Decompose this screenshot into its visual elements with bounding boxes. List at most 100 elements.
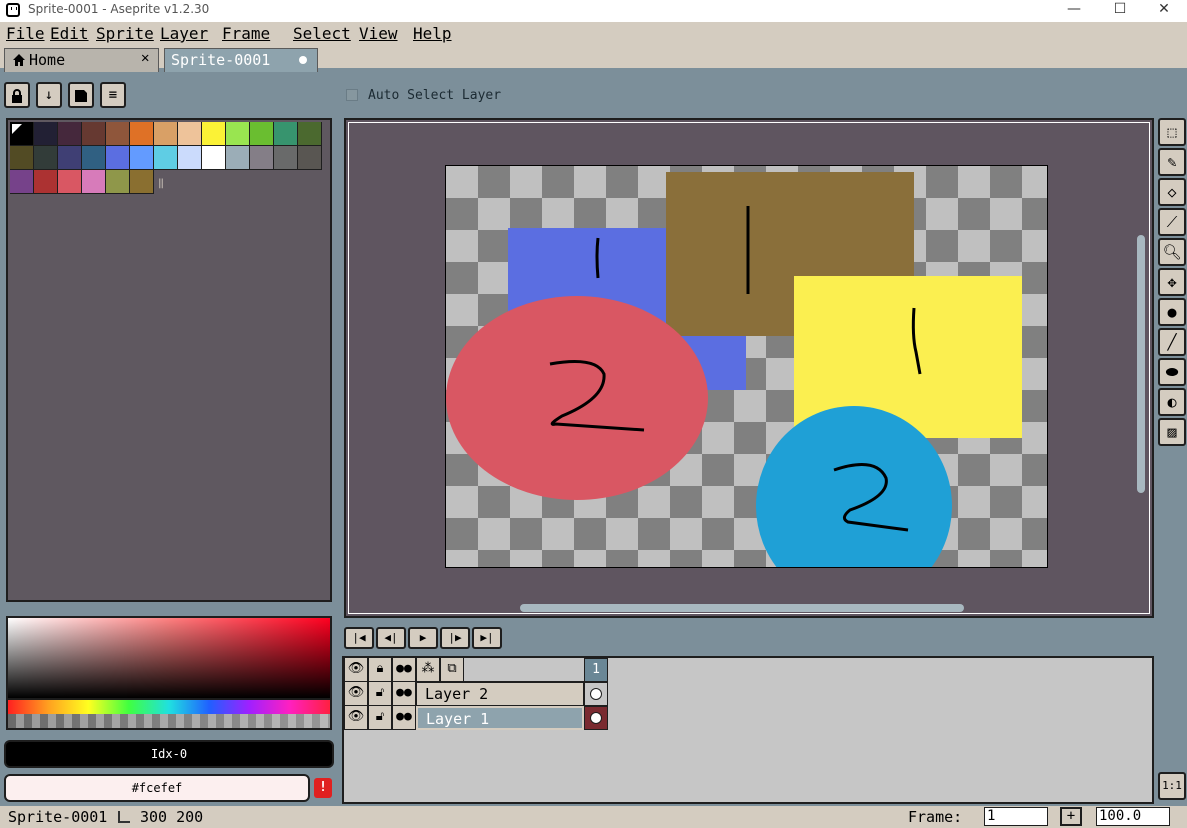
auto-select-checkbox[interactable]: [346, 89, 358, 101]
palette-swatch[interactable]: [58, 170, 82, 194]
menu-frame[interactable]: Frame: [222, 24, 270, 43]
marquee-tool-icon[interactable]: ⬚: [1158, 118, 1186, 146]
palette-swatch[interactable]: [130, 122, 154, 146]
layer-row[interactable]: 👁︎ 🔓︎ ●● Layer 1: [344, 706, 608, 730]
layer-row[interactable]: 👁︎ 🔓︎ ●● Layer 2: [344, 682, 608, 706]
ellipse-tool-icon[interactable]: ⬬: [1158, 358, 1186, 386]
zoom-tool-icon[interactable]: 🔍︎: [1158, 238, 1186, 266]
palette-swatch[interactable]: [298, 122, 322, 146]
tab-close-icon[interactable]: ✕: [141, 50, 149, 66]
palette-swatch[interactable]: [178, 122, 202, 146]
close-icon[interactable]: ✕: [1141, 0, 1187, 22]
layer-name[interactable]: Layer 2: [416, 682, 584, 706]
horizontal-scrollbar[interactable]: [520, 604, 964, 612]
shade-gradient[interactable]: [8, 618, 330, 698]
blur-tool-icon[interactable]: ▨: [1158, 418, 1186, 446]
save-palette-icon[interactable]: [68, 82, 94, 108]
palette-swatch[interactable]: [130, 146, 154, 170]
palette-swatch[interactable]: [82, 122, 106, 146]
palette-swatch[interactable]: [106, 122, 130, 146]
frame-input[interactable]: 1: [984, 807, 1048, 826]
palette-swatch[interactable]: [58, 122, 82, 146]
unlock-icon[interactable]: 🔓︎: [368, 706, 392, 730]
lock-icon[interactable]: [4, 82, 30, 108]
modified-indicator-icon[interactable]: [299, 56, 307, 64]
unlock-icon[interactable]: 🔓︎: [368, 682, 392, 706]
menu-help[interactable]: Help: [413, 24, 452, 43]
palette-swatch[interactable]: [10, 170, 34, 194]
menu-sprite[interactable]: Sprite: [96, 24, 154, 43]
play-icon[interactable]: ▶: [408, 627, 438, 649]
frame-header[interactable]: 1: [584, 658, 608, 682]
lock-header-icon[interactable]: 🔒︎: [368, 658, 392, 682]
line-tool-icon[interactable]: ╱: [1158, 328, 1186, 356]
warning-icon[interactable]: !: [314, 778, 332, 798]
layer-group-icon[interactable]: ⁂: [416, 658, 440, 682]
first-frame-icon[interactable]: |◀: [344, 627, 374, 649]
hue-slider[interactable]: [8, 700, 330, 714]
contour-tool-icon[interactable]: ◐: [1158, 388, 1186, 416]
layer-name[interactable]: Layer 1: [416, 706, 584, 730]
palette-swatch[interactable]: [106, 170, 130, 194]
palette-swatch[interactable]: [274, 146, 298, 170]
palette-swatch[interactable]: [130, 170, 154, 194]
palette-swatch[interactable]: [226, 146, 250, 170]
palette-swatch[interactable]: [250, 122, 274, 146]
sprite-canvas[interactable]: 1 1 1 2 2: [445, 165, 1048, 568]
eye-icon[interactable]: 👁︎: [344, 706, 368, 730]
previous-frame-icon[interactable]: ◀|: [376, 627, 406, 649]
palette-swatch[interactable]: [202, 122, 226, 146]
new-frame-button[interactable]: +: [1060, 807, 1082, 826]
palette-swatch[interactable]: [34, 122, 58, 146]
cel[interactable]: [584, 682, 608, 706]
visibility-header-icon[interactable]: 👁︎: [344, 658, 368, 682]
palette-menu-icon[interactable]: ≡: [100, 82, 126, 108]
vertical-scrollbar[interactable]: [1137, 235, 1145, 493]
menu-layer[interactable]: Layer: [160, 24, 208, 43]
palette-swatch[interactable]: [58, 146, 82, 170]
palette-swatch[interactable]: [226, 122, 250, 146]
menu-select[interactable]: Select: [293, 24, 351, 43]
palette-swatch[interactable]: [10, 146, 34, 170]
background-color-button[interactable]: #fcefef: [4, 774, 310, 802]
palette-swatch[interactable]: [298, 146, 322, 170]
palette-resize-handle[interactable]: ‖: [158, 178, 164, 189]
palette-swatch[interactable]: [82, 146, 106, 170]
foreground-color-button[interactable]: Idx-0: [4, 740, 334, 768]
palette-swatch[interactable]: [250, 146, 274, 170]
one-to-one-zoom-button[interactable]: 1:1: [1158, 772, 1186, 800]
paint-bucket-tool-icon[interactable]: ●: [1158, 298, 1186, 326]
continuous-icon[interactable]: ●●: [392, 706, 416, 730]
canvas-editor[interactable]: 1 1 1 2 2: [344, 118, 1154, 618]
move-tool-icon[interactable]: ✥: [1158, 268, 1186, 296]
continuous-icon[interactable]: ●●: [392, 682, 416, 706]
palette-swatch[interactable]: [154, 122, 178, 146]
palette-swatch[interactable]: [106, 146, 130, 170]
last-frame-icon[interactable]: ▶|: [472, 627, 502, 649]
eye-icon[interactable]: 👁︎: [344, 682, 368, 706]
zoom-input[interactable]: 100.0: [1096, 807, 1170, 826]
minimize-icon[interactable]: —: [1051, 0, 1097, 22]
palette-swatch[interactable]: [274, 122, 298, 146]
menu-view[interactable]: View: [359, 24, 398, 43]
eraser-tool-icon[interactable]: ◇: [1158, 178, 1186, 206]
palette-swatch[interactable]: [202, 146, 226, 170]
palette-swatch[interactable]: [34, 146, 58, 170]
arrow-down-icon[interactable]: ↓: [36, 82, 62, 108]
menu-file[interactable]: File: [6, 24, 45, 43]
continuous-header-icon[interactable]: ●●: [392, 658, 416, 682]
maximize-icon[interactable]: ☐: [1097, 0, 1143, 22]
eyedropper-tool-icon[interactable]: ⟋: [1158, 208, 1186, 236]
menu-edit[interactable]: Edit: [50, 24, 89, 43]
palette-swatch[interactable]: [34, 170, 58, 194]
cel[interactable]: [584, 706, 608, 730]
alpha-slider[interactable]: [8, 714, 330, 728]
tab-home[interactable]: Home ✕: [4, 48, 159, 72]
palette-swatch[interactable]: [178, 146, 202, 170]
onion-skin-icon[interactable]: ⧉: [440, 658, 464, 682]
tab-sprite[interactable]: Sprite-0001: [164, 48, 318, 72]
palette-swatch[interactable]: [154, 146, 178, 170]
palette-swatch[interactable]: [82, 170, 106, 194]
color-spectrum[interactable]: [6, 616, 332, 730]
next-frame-icon[interactable]: |▶: [440, 627, 470, 649]
